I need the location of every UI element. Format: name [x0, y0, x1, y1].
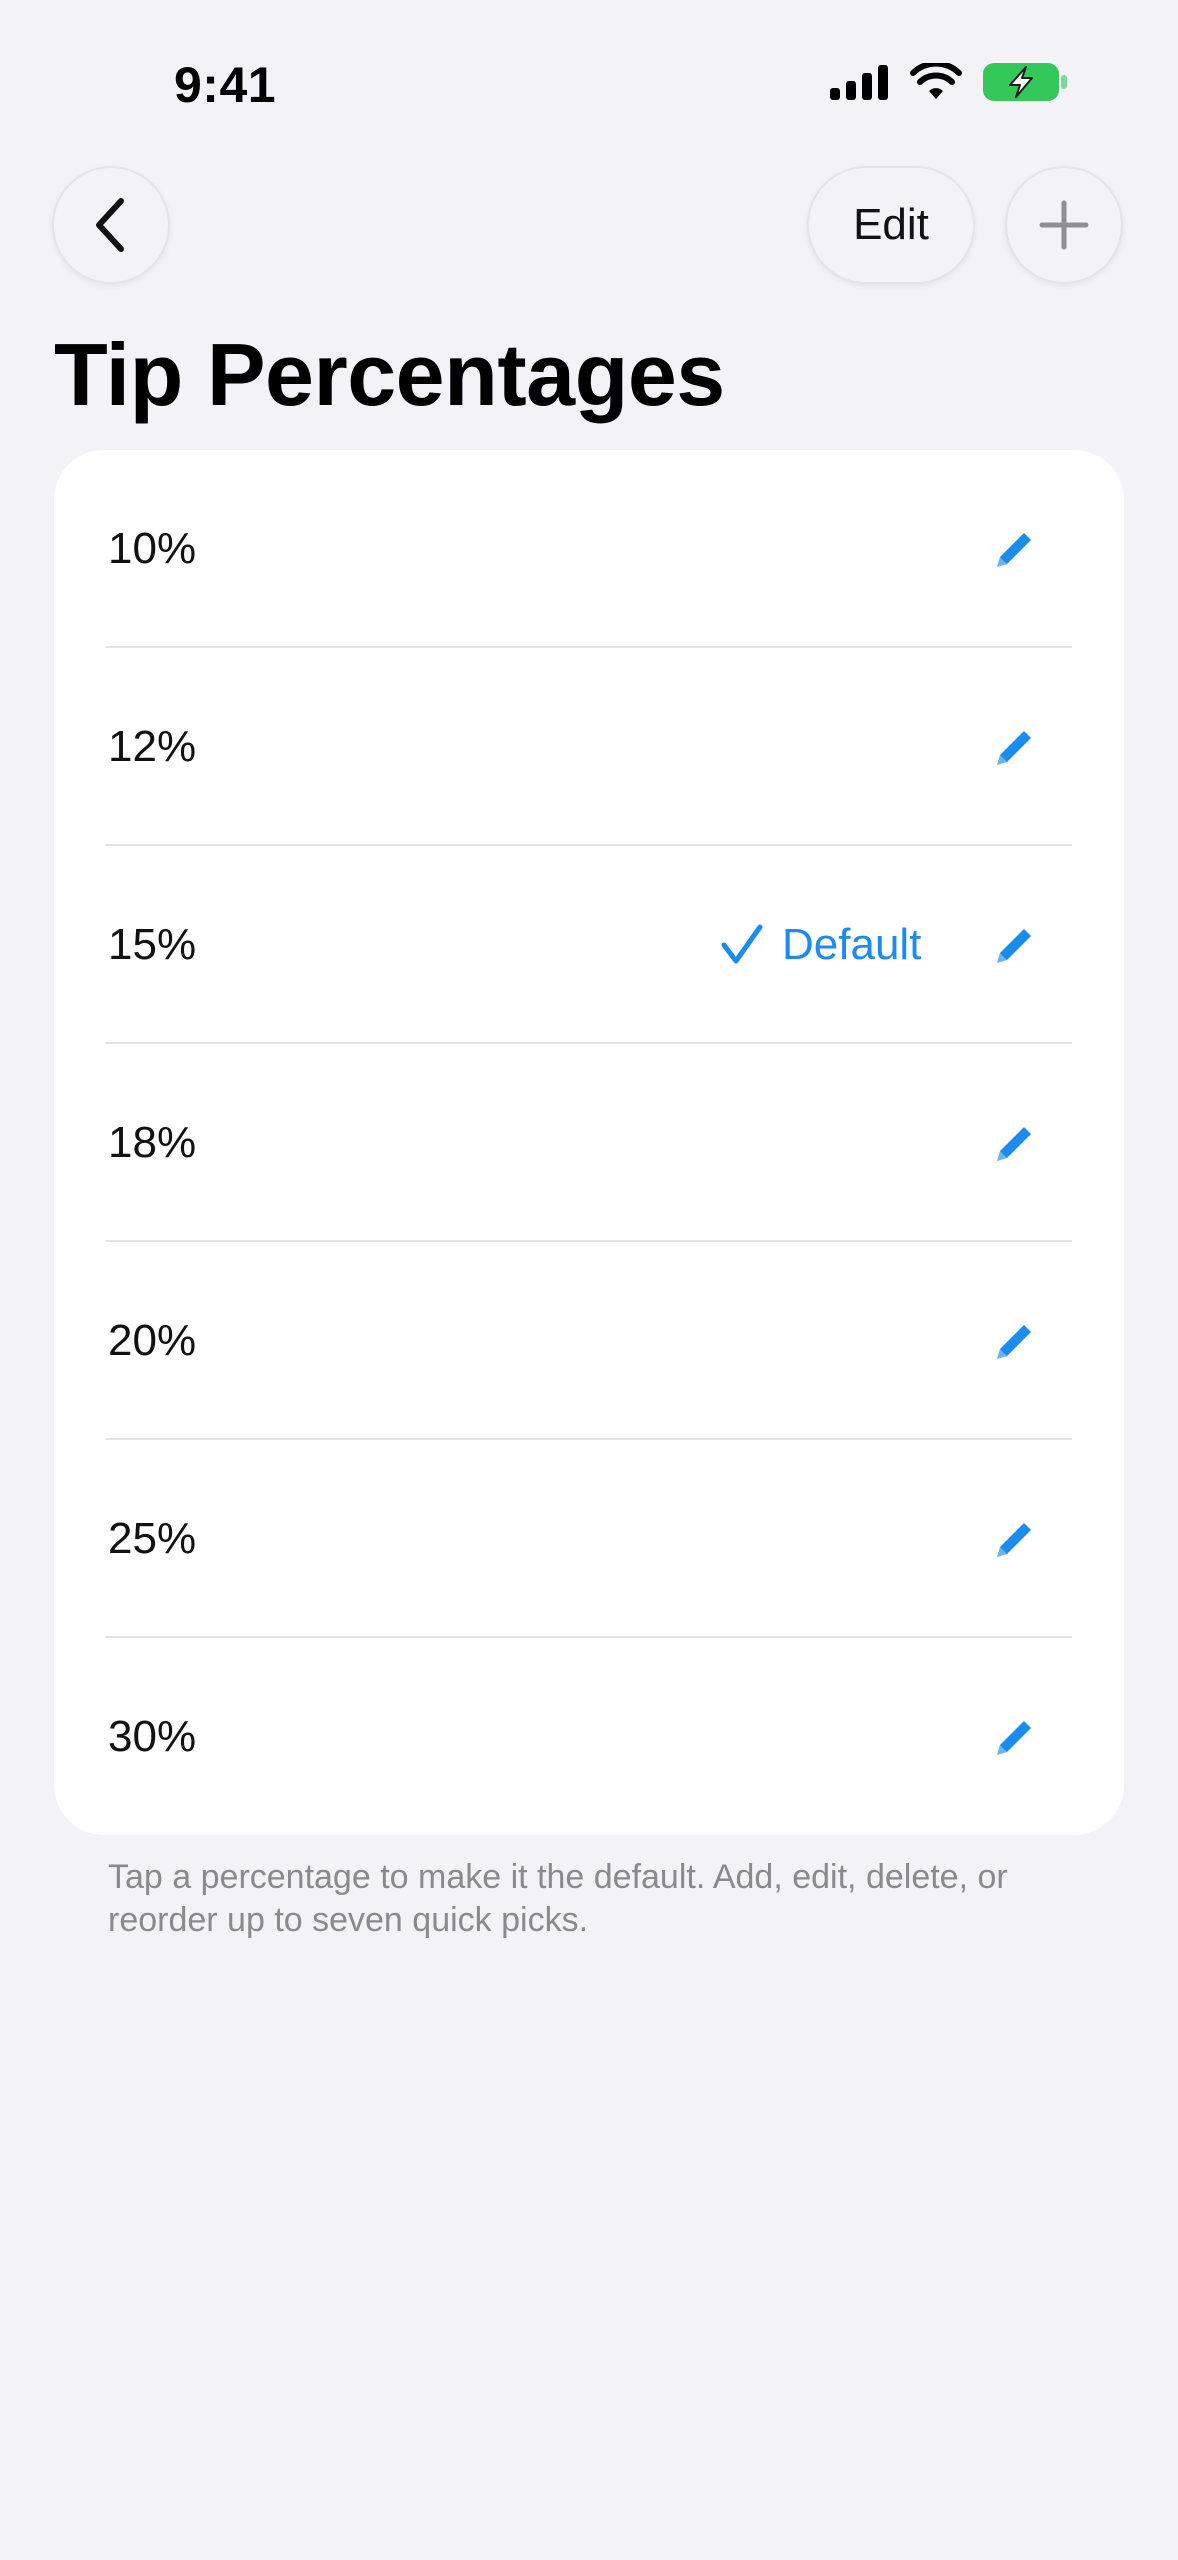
footer-note: Tap a percentage to make it the default.…	[108, 1858, 1008, 1939]
percentage-label: 12%	[108, 722, 197, 771]
default-indicator: Default	[720, 846, 921, 1044]
pencil-icon[interactable]	[988, 920, 1038, 970]
back-button[interactable]	[52, 166, 170, 284]
percentage-label: 25%	[108, 1514, 197, 1563]
status-time: 9:41	[174, 57, 277, 113]
edit-button[interactable]: Edit	[807, 166, 975, 284]
checkmark-icon	[721, 924, 763, 964]
percentage-label: 10%	[108, 524, 197, 573]
percentage-label: 20%	[108, 1316, 197, 1365]
pencil-icon[interactable]	[988, 1118, 1038, 1168]
cellular-signal-icon	[830, 65, 888, 100]
percentage-label: 18%	[108, 1118, 197, 1167]
status-icons	[830, 62, 1068, 102]
percentage-label: 15%	[108, 920, 197, 969]
pencil-icon[interactable]	[988, 1712, 1038, 1762]
list-item[interactable]: 25%	[54, 1440, 1124, 1638]
pencil-icon[interactable]	[988, 524, 1038, 574]
wifi-icon	[910, 63, 962, 99]
list-item[interactable]: 30%	[54, 1638, 1124, 1835]
pencil-icon[interactable]	[988, 1316, 1038, 1366]
default-label: Default	[782, 920, 922, 969]
list-item[interactable]: 10%	[54, 450, 1124, 648]
chevron-left-icon	[96, 198, 124, 252]
page-title: Tip Percentages	[54, 325, 725, 424]
list-item[interactable]: 18%	[54, 1044, 1124, 1242]
list-item[interactable]: 12%	[54, 648, 1124, 846]
battery-charging-icon	[983, 63, 1067, 101]
list-item-default[interactable]: 15% Default	[54, 846, 1124, 1044]
list-item[interactable]: 20%	[54, 1242, 1124, 1440]
pencil-icon[interactable]	[988, 1514, 1038, 1564]
status-bar: 9:41	[0, 0, 1178, 150]
pencil-icon[interactable]	[988, 722, 1038, 772]
percentage-label: 30%	[108, 1712, 197, 1761]
tip-percentages-list: 10% 12% 15% Default 18% 20% 25% 30%	[54, 450, 1124, 1835]
add-button[interactable]	[1005, 166, 1123, 284]
plus-icon	[1039, 200, 1089, 250]
